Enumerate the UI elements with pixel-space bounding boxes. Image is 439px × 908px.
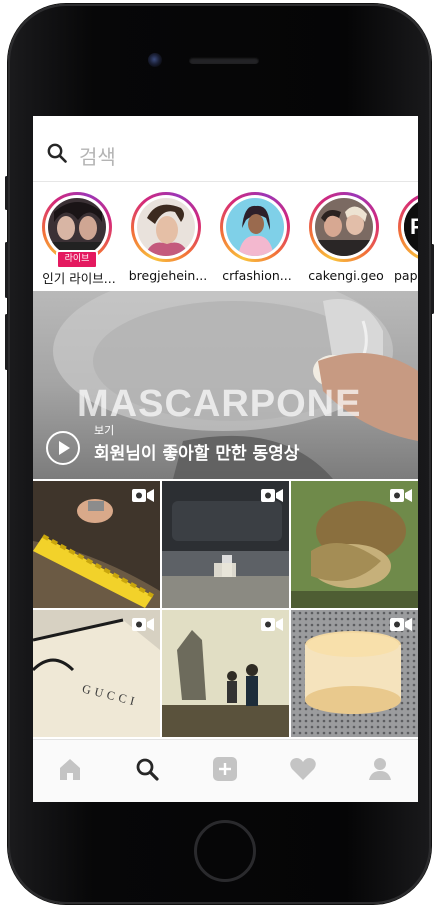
- video-label: 보기: [94, 424, 115, 437]
- story-tray: 라이브 인기 라이브... bregjehein... crfashion...…: [33, 182, 418, 290]
- story-username: crfashion...: [222, 268, 292, 283]
- earpiece-speaker: [189, 57, 259, 64]
- heart-icon[interactable]: [288, 754, 318, 784]
- story-avatar: [226, 198, 284, 256]
- bottom-tab-bar: [33, 739, 418, 802]
- story-username: 인기 라이브...: [42, 271, 116, 286]
- mute-switch: [5, 176, 8, 210]
- search-bar[interactable]: 검색: [33, 116, 418, 182]
- story-item[interactable]: 라이브 인기 라이브...: [42, 192, 116, 288]
- grid-post[interactable]: [162, 610, 289, 737]
- play-icon: [59, 441, 70, 455]
- home-button[interactable]: [194, 820, 256, 882]
- power-button: [431, 244, 434, 314]
- grid-post[interactable]: [33, 481, 160, 608]
- story-item[interactable]: bregjehein...: [129, 192, 207, 288]
- home-icon[interactable]: [55, 754, 85, 784]
- video-caption: 회원님이 좋아할 만한 동영상: [94, 444, 300, 464]
- grid-post[interactable]: GUCCI: [33, 610, 160, 737]
- grid-post[interactable]: [291, 481, 418, 608]
- volume-down-button: [5, 314, 8, 370]
- explore-screen: 검색 라이브 인기 라이브... bregjehein... crfashion…: [33, 116, 418, 802]
- explore-grid: GUCCI: [33, 481, 418, 737]
- featured-video[interactable]: MASCARPONE 보기 회원님이 좋아할 만한 동영상: [33, 291, 418, 479]
- video-icon: [390, 489, 412, 502]
- profile-icon[interactable]: [365, 754, 395, 784]
- story-item[interactable]: cakengi.geo: [308, 192, 384, 288]
- svg-text:PA: PA: [410, 214, 418, 239]
- video-icon: [261, 489, 283, 502]
- story-avatar: [137, 198, 195, 256]
- front-camera: [148, 53, 162, 67]
- grid-post[interactable]: [291, 610, 418, 737]
- story-avatar: [48, 198, 106, 256]
- video-icon: [132, 489, 154, 502]
- search-icon: [47, 143, 67, 163]
- video-icon: [390, 618, 412, 631]
- video-overlay-text: MASCARPONE: [77, 383, 362, 425]
- story-username: bregjehein...: [128, 268, 208, 283]
- video-icon: [132, 618, 154, 631]
- story-item[interactable]: crfashion...: [220, 192, 292, 288]
- grid-post[interactable]: [162, 481, 289, 608]
- live-badge: 라이브: [56, 250, 98, 269]
- search-input[interactable]: 검색: [79, 141, 116, 170]
- story-item[interactable]: PA pape: [394, 192, 418, 288]
- add-icon[interactable]: [210, 754, 240, 784]
- story-username: cakengi.geo: [308, 268, 384, 283]
- video-icon: [261, 618, 283, 631]
- play-button[interactable]: [46, 431, 80, 465]
- story-avatar: [315, 198, 373, 256]
- volume-up-button: [5, 242, 8, 298]
- search-icon[interactable]: [132, 754, 162, 784]
- story-username: pape: [394, 268, 418, 283]
